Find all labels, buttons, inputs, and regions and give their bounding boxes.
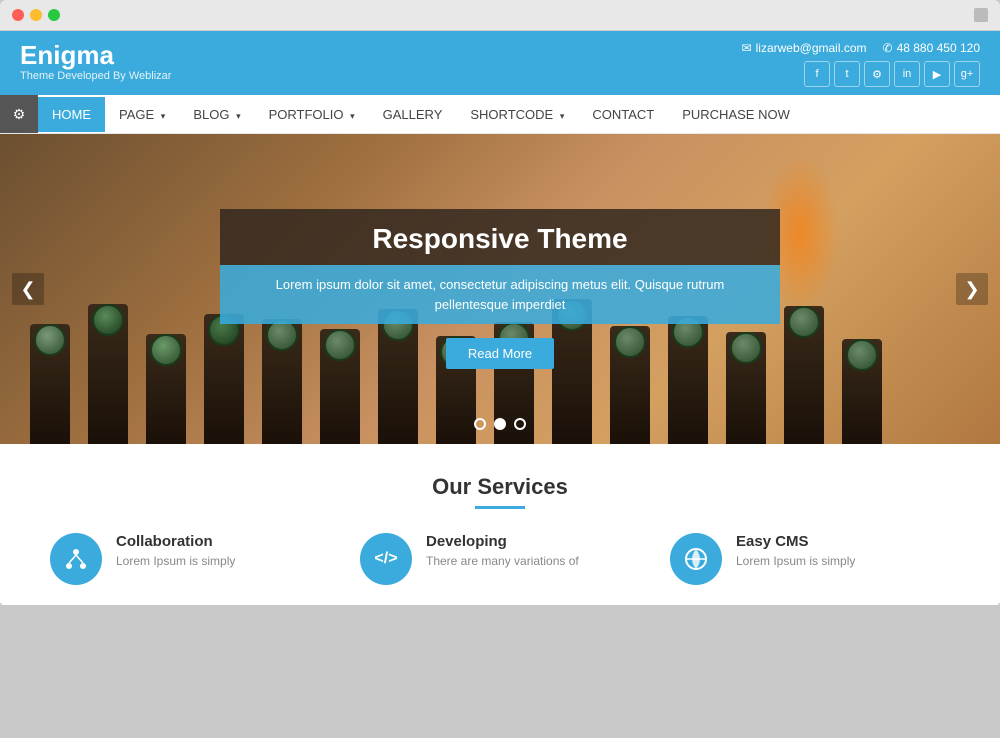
cms-name: Easy CMS bbox=[736, 533, 855, 550]
site-title: Enigma bbox=[20, 41, 171, 70]
cms-desc: Lorem Ipsum is simply bbox=[736, 554, 855, 568]
nav-link-gallery[interactable]: GALLERY bbox=[369, 97, 457, 132]
service-item-collaboration: Collaboration Lorem Ipsum is simply bbox=[50, 533, 330, 585]
slider-title: Responsive Theme bbox=[250, 223, 750, 255]
slider-dot-3[interactable] bbox=[514, 418, 526, 430]
collaboration-name: Collaboration bbox=[116, 533, 235, 550]
slider-description: Lorem ipsum dolor sit amet, consectetur … bbox=[250, 275, 750, 314]
phone-icon: ✆ bbox=[883, 41, 893, 55]
site-nav: ⚙ HOME PAGE ▾ BLOG ▾ PORTFOLIO ▾ GALLERY… bbox=[0, 95, 1000, 134]
chevron-right-icon: ❯ bbox=[964, 279, 979, 300]
nav-link-page[interactable]: PAGE ▾ bbox=[105, 97, 179, 132]
nav-link-contact[interactable]: CONTACT bbox=[578, 97, 668, 132]
slider-next-arrow[interactable]: ❯ bbox=[956, 273, 988, 305]
site-tagline: Theme Developed By Weblizar bbox=[20, 70, 171, 82]
nav-link-purchase[interactable]: PURCHASE NOW bbox=[668, 97, 804, 132]
chevron-down-icon: ▾ bbox=[350, 111, 355, 121]
browser-container: Enigma Theme Developed By Weblizar ✉ liz… bbox=[0, 31, 1000, 605]
email-info: ✉ lizarweb@gmail.com bbox=[742, 41, 867, 55]
nav-item-page[interactable]: PAGE ▾ bbox=[105, 97, 179, 132]
hero-slider: Responsive Theme Lorem ipsum dolor sit a… bbox=[0, 134, 1000, 444]
window-expand-icon bbox=[974, 8, 988, 22]
nav-item-portfolio[interactable]: PORTFOLIO ▾ bbox=[255, 97, 369, 132]
cms-text: Easy CMS Lorem Ipsum is simply bbox=[736, 533, 855, 568]
slider-content: Responsive Theme Lorem ipsum dolor sit a… bbox=[220, 209, 780, 369]
nav-item-purchase[interactable]: PURCHASE NOW bbox=[668, 97, 804, 132]
chevron-down-icon: ▾ bbox=[161, 111, 166, 121]
window-chrome bbox=[0, 0, 1000, 31]
service-item-developing: </> Developing There are many variations… bbox=[360, 533, 640, 585]
social-linkedin[interactable]: in bbox=[894, 61, 920, 87]
services-grid: Collaboration Lorem Ipsum is simply </> … bbox=[40, 533, 960, 585]
nav-item-contact[interactable]: CONTACT bbox=[578, 97, 668, 132]
maximize-button[interactable] bbox=[48, 9, 60, 21]
social-youtube[interactable]: ▶ bbox=[924, 61, 950, 87]
chevron-down-icon: ▾ bbox=[236, 111, 241, 121]
minimize-button[interactable] bbox=[30, 9, 42, 21]
social-facebook[interactable]: f bbox=[804, 61, 830, 87]
header-right: ✉ lizarweb@gmail.com ✆ 48 880 450 120 f … bbox=[742, 41, 980, 87]
slider-title-box: Responsive Theme bbox=[220, 209, 780, 265]
nav-link-blog[interactable]: BLOG ▾ bbox=[179, 97, 254, 132]
slider-desc-box: Lorem ipsum dolor sit amet, consectetur … bbox=[220, 265, 780, 324]
social-settings[interactable]: ⚙ bbox=[864, 61, 890, 87]
service-item-cms: Easy CMS Lorem Ipsum is simply bbox=[670, 533, 950, 585]
cms-icon bbox=[670, 533, 722, 585]
close-button[interactable] bbox=[12, 9, 24, 21]
services-title: Our Services bbox=[40, 474, 960, 500]
nav-item-home[interactable]: HOME bbox=[38, 97, 105, 132]
phone-number[interactable]: 48 880 450 120 bbox=[897, 41, 980, 55]
nav-item-shortcode[interactable]: SHORTCODE ▾ bbox=[456, 97, 578, 132]
email-icon: ✉ bbox=[742, 41, 752, 55]
email-address[interactable]: lizarweb@gmail.com bbox=[756, 41, 867, 55]
nav-settings-button[interactable]: ⚙ bbox=[0, 95, 38, 133]
developing-text: Developing There are many variations of bbox=[426, 533, 579, 568]
read-more-button[interactable]: Read More bbox=[446, 338, 554, 369]
collaboration-desc: Lorem Ipsum is simply bbox=[116, 554, 235, 568]
developing-desc: There are many variations of bbox=[426, 554, 579, 568]
developing-name: Developing bbox=[426, 533, 579, 550]
gear-icon: ⚙ bbox=[13, 106, 26, 123]
nav-link-shortcode[interactable]: SHORTCODE ▾ bbox=[456, 97, 578, 132]
collaboration-icon bbox=[50, 533, 102, 585]
nav-link-home[interactable]: HOME bbox=[38, 97, 105, 132]
site-header: Enigma Theme Developed By Weblizar ✉ liz… bbox=[0, 31, 1000, 95]
slider-dots bbox=[474, 418, 526, 430]
services-underline bbox=[475, 506, 525, 509]
nav-item-blog[interactable]: BLOG ▾ bbox=[179, 97, 254, 132]
site-branding: Enigma Theme Developed By Weblizar bbox=[20, 41, 171, 82]
services-section: Our Services Collaboration Lorem Ipsum i… bbox=[0, 444, 1000, 605]
code-icon: </> bbox=[374, 550, 397, 568]
social-googleplus[interactable]: g+ bbox=[954, 61, 980, 87]
chevron-down-icon: ▾ bbox=[560, 111, 565, 121]
contact-info: ✉ lizarweb@gmail.com ✆ 48 880 450 120 bbox=[742, 41, 980, 55]
nav-menu: HOME PAGE ▾ BLOG ▾ PORTFOLIO ▾ GALLERY S… bbox=[38, 97, 804, 132]
social-icons: f t ⚙ in ▶ g+ bbox=[742, 61, 980, 87]
slider-dot-2[interactable] bbox=[494, 418, 506, 430]
social-twitter[interactable]: t bbox=[834, 61, 860, 87]
slider-prev-arrow[interactable]: ❮ bbox=[12, 273, 44, 305]
developing-icon: </> bbox=[360, 533, 412, 585]
nav-item-gallery[interactable]: GALLERY bbox=[369, 97, 457, 132]
collaboration-text: Collaboration Lorem Ipsum is simply bbox=[116, 533, 235, 568]
chevron-left-icon: ❮ bbox=[20, 279, 35, 300]
phone-info: ✆ 48 880 450 120 bbox=[883, 41, 980, 55]
nav-link-portfolio[interactable]: PORTFOLIO ▾ bbox=[255, 97, 369, 132]
slider-dot-1[interactable] bbox=[474, 418, 486, 430]
